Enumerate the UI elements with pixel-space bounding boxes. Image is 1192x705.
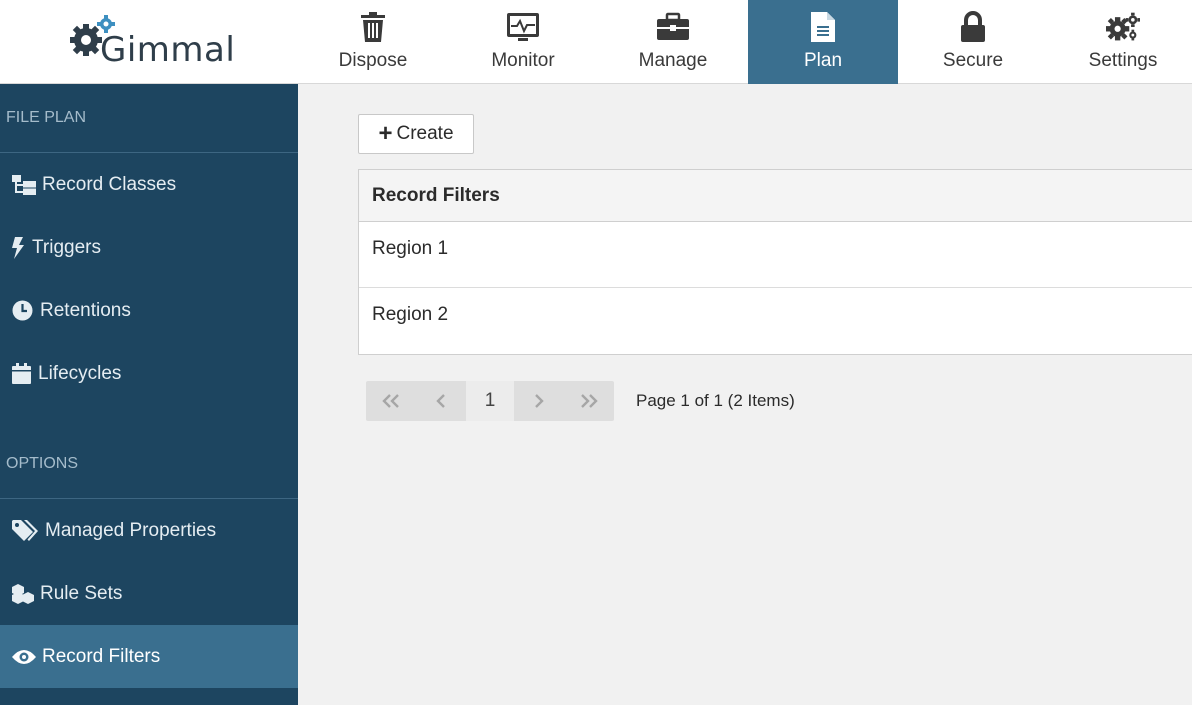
cubes-icon xyxy=(12,582,38,606)
sidebar-section-file-plan: FILE PLAN xyxy=(0,84,298,153)
sidebar-item-label: Record Classes xyxy=(42,173,177,195)
plus-icon: + xyxy=(378,120,393,147)
sidebar: FILE PLAN Record Classes Triggers Retent… xyxy=(0,84,298,705)
last-page-button[interactable] xyxy=(564,381,614,421)
sidebar-section-options: OPTIONS xyxy=(0,430,298,499)
tags-icon xyxy=(12,519,43,543)
lock-icon xyxy=(956,10,990,44)
sidebar-item-managed-properties[interactable]: Managed Properties xyxy=(0,499,298,562)
sidebar-item-record-filters[interactable]: Record Filters xyxy=(0,625,298,688)
sidebar-item-label: Rule Sets xyxy=(40,582,123,604)
first-page-button[interactable] xyxy=(366,381,416,421)
briefcase-icon xyxy=(656,10,690,44)
main-nav: Dispose Monitor Manage Plan Secure Setti… xyxy=(298,0,1192,84)
nav-label: Dispose xyxy=(338,50,408,71)
chevron-right-icon xyxy=(535,394,544,408)
current-page-button[interactable]: 1 xyxy=(466,381,514,421)
nav-label: Manage xyxy=(638,50,708,71)
bolt-icon xyxy=(12,236,30,260)
prev-page-button[interactable] xyxy=(416,381,466,421)
pager: 1 xyxy=(366,381,614,421)
nav-dispose[interactable]: Dispose xyxy=(298,0,448,84)
clock-icon xyxy=(12,299,38,323)
nav-monitor[interactable]: Monitor xyxy=(448,0,598,84)
gears-icon xyxy=(1106,10,1140,44)
nav-label: Secure xyxy=(942,50,1004,71)
gimmal-logo[interactable]: Gimmal xyxy=(66,14,236,70)
table-row[interactable]: Region 1 xyxy=(359,222,1192,288)
nav-label: Settings xyxy=(1088,50,1158,71)
nav-settings[interactable]: Settings xyxy=(1048,0,1192,84)
grid-column-header[interactable]: Record Filters xyxy=(359,170,1192,222)
record-filters-grid: Record Filters Region 1 Region 2 xyxy=(358,169,1192,355)
monitor-icon xyxy=(506,10,540,44)
nav-label: Monitor xyxy=(491,50,555,71)
nav-plan[interactable]: Plan xyxy=(748,0,898,84)
create-button[interactable]: + Create xyxy=(358,114,474,154)
nav-secure[interactable]: Secure xyxy=(898,0,1048,84)
sidebar-item-record-classes[interactable]: Record Classes xyxy=(0,153,298,216)
next-page-button[interactable] xyxy=(514,381,564,421)
top-header: Gimmal Dispose Monitor Manage Plan Secur… xyxy=(0,0,1192,84)
sidebar-item-retentions[interactable]: Retentions xyxy=(0,279,298,342)
pager-info: Page 1 of 1 (2 Items) xyxy=(636,391,795,410)
main-content: + Create Record Filters Region 1 Region … xyxy=(298,84,1192,705)
sidebar-item-lifecycles[interactable]: Lifecycles xyxy=(0,342,298,405)
sidebar-item-label: Record Filters xyxy=(42,645,161,667)
nav-label: Plan xyxy=(803,50,843,71)
sidebar-item-label: Retentions xyxy=(40,299,131,321)
double-chevron-left-icon xyxy=(382,394,399,408)
sidebar-item-label: Managed Properties xyxy=(45,519,217,541)
trash-icon xyxy=(356,10,390,44)
create-label: Create xyxy=(396,123,454,144)
sidebar-item-label: Triggers xyxy=(32,236,101,258)
document-icon xyxy=(806,10,840,44)
sitemap-icon xyxy=(12,173,40,197)
sidebar-item-triggers[interactable]: Triggers xyxy=(0,216,298,279)
sidebar-item-label: Lifecycles xyxy=(38,362,122,384)
eye-icon xyxy=(12,645,40,669)
chevron-left-icon xyxy=(436,394,445,408)
sidebar-item-rule-sets[interactable]: Rule Sets xyxy=(0,562,298,625)
nav-manage[interactable]: Manage xyxy=(598,0,748,84)
brand-name: Gimmal xyxy=(100,30,236,70)
double-chevron-right-icon xyxy=(581,394,598,408)
calendar-icon xyxy=(12,362,36,386)
table-row[interactable]: Region 2 xyxy=(359,288,1192,354)
